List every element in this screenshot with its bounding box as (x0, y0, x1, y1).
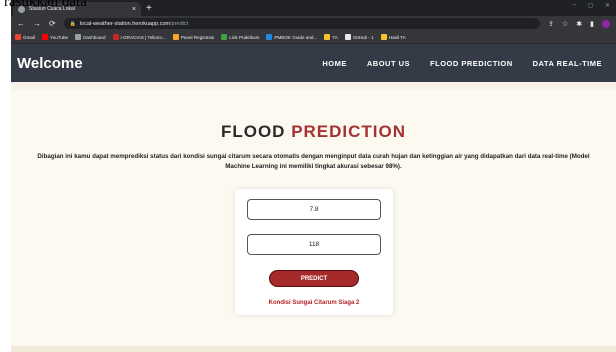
site-navbar: Welcome HOME ABOUT US FLOOD PREDICTION D… (11, 44, 616, 82)
star-icon[interactable]: ☆ (562, 20, 568, 28)
bookmark-label: YouTube (50, 34, 69, 40)
prediction-section: FLOOD PREDICTION Dibagian ini kamu dapat… (11, 90, 616, 352)
bookmark-icon (266, 34, 273, 40)
new-tab-button[interactable]: + (146, 2, 152, 16)
title-prediction: PREDICTION (291, 122, 407, 141)
bookmark-item[interactable]: i-GRACIAS | Telkom... (112, 34, 166, 40)
bookmark-item[interactable]: Link Praktikum (221, 34, 259, 40)
bookmark-item[interactable]: Dashboard (75, 34, 106, 40)
bookmark-item[interactable]: Hasil TA (380, 34, 406, 40)
bookmark-icon (15, 34, 21, 40)
share-icon[interactable]: ⇪ (548, 20, 554, 28)
minimize-icon[interactable]: – (573, 2, 576, 9)
web-page: Welcome HOME ABOUT US FLOOD PREDICTION D… (11, 44, 616, 352)
caption-text: rasukkan data (4, 0, 87, 10)
bookmark-icon (324, 34, 331, 40)
section-divider (11, 346, 616, 352)
site-brand[interactable]: Welcome (17, 55, 322, 72)
nav-data-real-time[interactable]: DATA REAL-TIME (533, 59, 602, 68)
bookmark-label: i-GRACIAS | Telkom... (120, 34, 166, 40)
window-close-icon[interactable]: ✕ (605, 2, 610, 9)
bookmark-item[interactable]: PMBOK Guide and... (266, 34, 317, 40)
bookmark-label: Gmail (23, 34, 35, 40)
prediction-result: Kondisi Sungai Citarum Siaga 2 (268, 300, 360, 306)
bookmark-icon (221, 34, 228, 40)
nav-links: HOME ABOUT US FLOOD PREDICTION DATA REAL… (322, 59, 610, 68)
close-icon[interactable]: × (132, 6, 136, 13)
bookmark-item[interactable]: YouTube (42, 34, 68, 40)
bookmark-label: Hasil TA (388, 34, 406, 40)
bookmark-label: PMBOK Guide and... (274, 34, 318, 40)
profile-avatar[interactable] (602, 19, 610, 28)
address-bar: ← → ⟳ 🔒 local-weather-station.herokuapp.… (11, 16, 616, 31)
browser-actions: ⇪ ☆ ✱ ▮ (548, 19, 610, 28)
bookmark-item[interactable]: TA (324, 34, 338, 40)
nav-flood-prediction[interactable]: FLOOD PREDICTION (430, 59, 513, 68)
bookmark-icon (42, 34, 48, 40)
bookmark-label: GitHub - 1 (352, 34, 374, 40)
url-input[interactable]: 🔒 local-weather-station.herokuapp.com/pr… (63, 18, 541, 29)
forward-icon[interactable]: → (33, 19, 41, 28)
bookmark-item[interactable]: GitHub - 1 (344, 34, 374, 40)
maximize-icon[interactable]: ◻ (588, 2, 593, 9)
browser-window: Stasiun Cuaca Lokal × + – ◻ ✕ ← → ⟳ 🔒 lo… (11, 0, 616, 352)
page-title: FLOOD PREDICTION (11, 122, 616, 142)
bookmark-icon (112, 34, 119, 40)
reload-icon[interactable]: ⟳ (49, 19, 56, 28)
bookmark-icon (344, 34, 351, 40)
section-description: Dibagian ini kamu dapat memprediksi stat… (37, 153, 590, 170)
bookmark-icon (172, 34, 179, 40)
bookmark-item[interactable]: Panel Registrasi (172, 34, 215, 40)
tab-bar: Stasiun Cuaca Lokal × + – ◻ ✕ (11, 0, 616, 16)
back-icon[interactable]: ← (17, 19, 25, 28)
title-flood: FLOOD (220, 122, 286, 141)
bookmark-label: Panel Registrasi (180, 34, 215, 40)
water-level-input[interactable] (247, 234, 381, 255)
url-path: /predict (170, 20, 189, 27)
sidebar-icon[interactable]: ▮ (590, 20, 594, 28)
bookmark-item[interactable]: Gmail (15, 34, 35, 40)
bookmarks-bar: Gmail YouTube Dashboard i-GRACIAS | Telkom.… (11, 31, 616, 44)
url-host: local-weather-station.herokuapp.com (79, 20, 171, 27)
lock-icon[interactable]: 🔒 (70, 21, 76, 27)
nav-about-us[interactable]: ABOUT US (367, 59, 410, 68)
predict-button[interactable]: PREDICT (269, 270, 359, 287)
extensions-icon[interactable]: ✱ (576, 20, 582, 28)
bookmark-icon (75, 34, 82, 40)
bookmark-label: TA (332, 34, 338, 40)
rainfall-input[interactable] (247, 199, 381, 220)
bookmark-label: Dashboard (83, 34, 106, 40)
prediction-form-card: PREDICT Kondisi Sungai Citarum Siaga 2 (235, 189, 393, 315)
bookmark-icon (380, 34, 387, 40)
nav-home[interactable]: HOME (322, 59, 347, 68)
window-controls: – ◻ ✕ (573, 2, 610, 9)
bookmark-label: Link Praktikum (229, 34, 260, 40)
